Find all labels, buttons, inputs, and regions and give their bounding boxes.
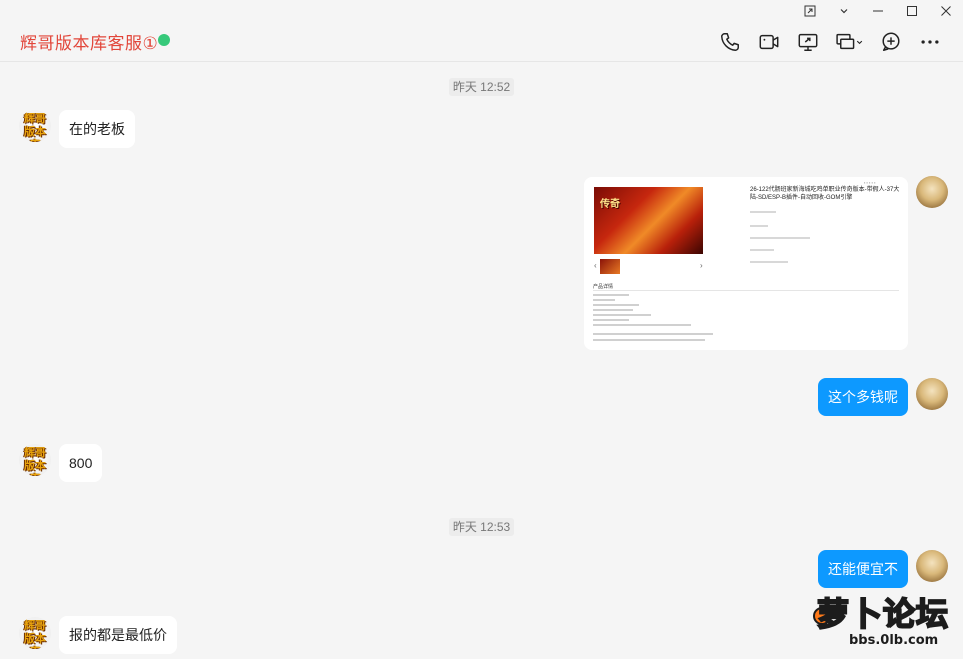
chat-header: 辉哥版本库客服① bbox=[0, 22, 963, 62]
remote-assist-icon bbox=[836, 33, 863, 50]
description-line bbox=[593, 319, 629, 321]
message-bubble-received: 报的都是最低价 bbox=[59, 616, 177, 654]
minimize-icon bbox=[873, 10, 883, 12]
watermark-url: bbs.0lb.com bbox=[849, 633, 939, 648]
message-bubble-received: 在的老板 bbox=[59, 110, 135, 148]
window-controls bbox=[793, 0, 963, 22]
product-image: 传奇 bbox=[594, 187, 703, 254]
watermark-main-text: 萝卜论坛 bbox=[816, 594, 950, 634]
my-avatar[interactable] bbox=[916, 550, 948, 582]
message-bubble-sent: 还能便宜不 bbox=[818, 550, 908, 588]
product-info-line bbox=[750, 261, 788, 263]
description-line bbox=[593, 309, 633, 311]
online-status-icon bbox=[158, 34, 170, 46]
description-line bbox=[593, 333, 713, 335]
product-info-line bbox=[750, 237, 810, 239]
contact-avatar[interactable]: 辉哥版本库 bbox=[19, 617, 51, 649]
product-info-line bbox=[750, 249, 774, 251]
window-menu-button[interactable] bbox=[827, 0, 861, 22]
my-avatar[interactable] bbox=[916, 378, 948, 410]
contact-name[interactable]: 辉哥版本库客服① bbox=[20, 29, 158, 54]
description-line bbox=[593, 294, 629, 296]
message-bubble-sent: 这个多钱呢 bbox=[818, 378, 908, 416]
description-line bbox=[593, 339, 705, 341]
maximize-icon bbox=[907, 6, 917, 16]
product-title: 26-122代肠班家新海城吃鸡单职业传奇版本-带假人-37大陆-SD/ESP-B… bbox=[750, 187, 900, 201]
add-member-icon bbox=[881, 32, 900, 51]
remote-assist-button[interactable] bbox=[827, 26, 871, 58]
chevron-down-icon bbox=[840, 9, 848, 14]
pin-icon bbox=[804, 5, 816, 17]
add-member-button[interactable] bbox=[871, 26, 910, 58]
phone-icon bbox=[720, 33, 739, 51]
close-icon bbox=[941, 6, 951, 16]
screen-share-icon bbox=[798, 33, 817, 51]
screen-share-button[interactable] bbox=[788, 26, 827, 58]
voice-call-button[interactable] bbox=[710, 26, 749, 58]
image-message[interactable]: 传奇 ‹ › ▪ ▪ ▪ ▪ ▪ 26-122代肠班家新海城吃鸡单职业传奇版本-… bbox=[584, 177, 908, 350]
chevron-right-icon: › bbox=[700, 261, 703, 270]
shop-logo: 辉哥版本库 bbox=[24, 112, 46, 142]
forum-watermark: 萝卜论坛 bbs.0lb.com bbox=[813, 594, 953, 653]
time-separator: 昨天 12:53 bbox=[0, 518, 963, 536]
product-image-logo: 传奇 bbox=[600, 199, 620, 210]
shop-logo: 辉哥版本库 bbox=[24, 446, 46, 476]
description-heading: 产品详情 bbox=[593, 284, 614, 290]
maximize-button[interactable] bbox=[895, 0, 929, 22]
more-icon bbox=[920, 40, 939, 44]
minimize-button[interactable] bbox=[861, 0, 895, 22]
chevron-left-icon: ‹ bbox=[594, 261, 597, 270]
product-info-line bbox=[750, 211, 776, 213]
video-call-button[interactable] bbox=[749, 26, 788, 58]
video-call-icon bbox=[759, 34, 778, 50]
close-button[interactable] bbox=[929, 0, 963, 22]
message-bubble-received: 800 bbox=[59, 444, 103, 482]
description-line bbox=[593, 304, 639, 306]
pin-window-button[interactable] bbox=[793, 0, 827, 22]
contact-avatar[interactable]: 辉哥版本库 bbox=[19, 444, 51, 476]
breadcrumb-fragment: ▪ ▪ ▪ ▪ ▪ bbox=[864, 180, 876, 185]
divider bbox=[593, 290, 899, 291]
contact-avatar[interactable]: 辉哥版本库 bbox=[19, 110, 51, 142]
time-separator: 昨天 12:52 bbox=[0, 78, 963, 96]
description-line bbox=[593, 324, 691, 326]
product-thumbnail bbox=[600, 259, 620, 274]
my-avatar[interactable] bbox=[916, 176, 948, 208]
description-line bbox=[593, 299, 615, 301]
description-line bbox=[593, 314, 651, 316]
product-info-line bbox=[750, 225, 768, 227]
chat-toolbar bbox=[710, 26, 949, 58]
shop-logo: 辉哥版本库 bbox=[24, 619, 46, 649]
more-options-button[interactable] bbox=[910, 26, 949, 58]
